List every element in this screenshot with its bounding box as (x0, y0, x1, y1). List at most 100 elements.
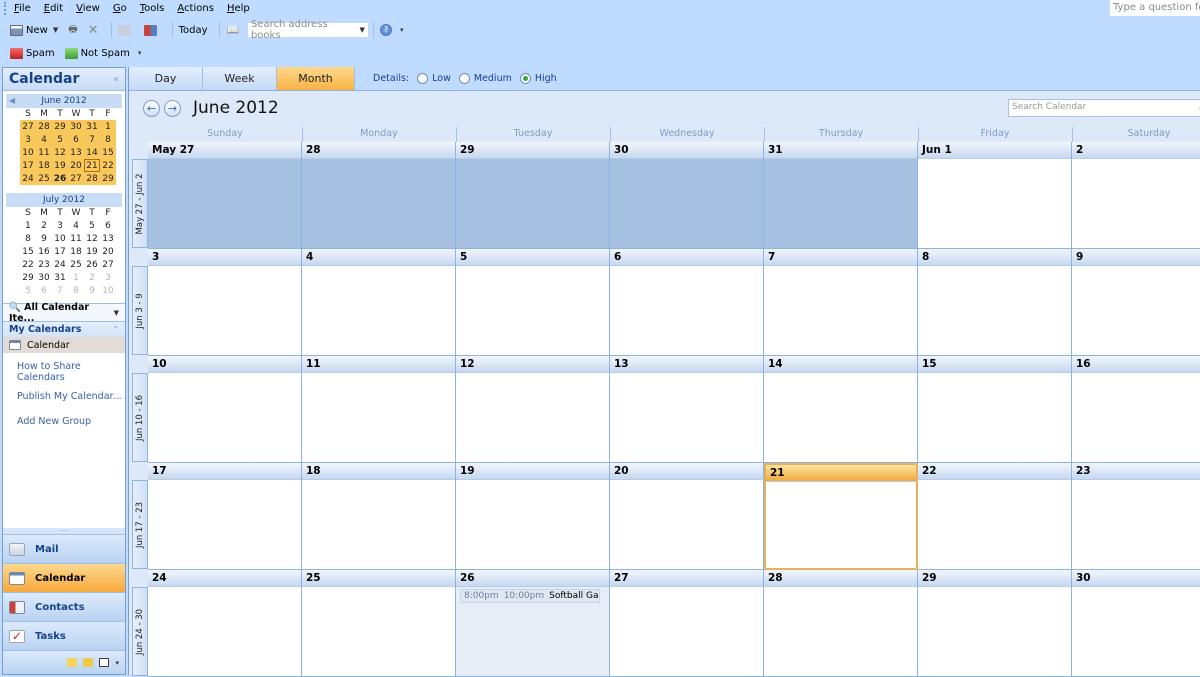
day-cell[interactable]: 5 (456, 249, 610, 356)
day-cell[interactable]: 15 (918, 356, 1072, 463)
mini-day[interactable]: 1 (100, 120, 116, 133)
tab-month[interactable]: Month (277, 67, 355, 90)
mini-day[interactable]: 18 (36, 159, 52, 172)
mini-day[interactable]: 21 (84, 159, 100, 172)
day-body[interactable] (918, 480, 1071, 569)
menu-actions[interactable]: Actions (177, 3, 214, 14)
day-cell[interactable]: 28 (764, 570, 918, 677)
mini-day[interactable]: 27 (100, 258, 116, 271)
day-cell[interactable]: 14 (764, 356, 918, 463)
day-body[interactable] (610, 373, 763, 462)
mini-day[interactable]: 17 (20, 159, 36, 172)
day-body[interactable] (148, 373, 301, 462)
details-low-radio[interactable] (417, 73, 429, 84)
mini-day[interactable]: 4 (36, 133, 52, 146)
mini-day[interactable]: 4 (68, 219, 84, 232)
mini-day[interactable]: 6 (100, 219, 116, 232)
toolbar-options-icon[interactable]: ▾ (400, 26, 404, 34)
mini-day[interactable]: 30 (68, 120, 84, 133)
day-cell[interactable]: 11 (302, 356, 456, 463)
mini-day[interactable]: 8 (68, 284, 84, 297)
menu-edit[interactable]: Edit (44, 3, 63, 14)
day-cell[interactable]: 3 (148, 249, 302, 356)
mini-day[interactable]: 7 (84, 133, 100, 146)
day-body[interactable] (610, 587, 763, 676)
day-cell[interactable]: 31 (764, 142, 918, 249)
mini-day[interactable]: 13 (100, 232, 116, 245)
day-body[interactable] (148, 159, 301, 248)
day-body[interactable] (764, 266, 917, 355)
mini-day[interactable]: 6 (68, 133, 84, 146)
mini-day[interactable]: 29 (20, 271, 36, 284)
appointment[interactable]: 8:00pm 10:00pm Softball Ga (460, 589, 600, 603)
add-new-group-link[interactable]: Add New Group (3, 409, 125, 434)
day-body[interactable]: 8:00pm 10:00pm Softball Ga (456, 587, 609, 676)
day-body[interactable] (918, 159, 1071, 248)
mini-day[interactable]: 14 (84, 146, 100, 159)
day-body[interactable] (766, 482, 916, 568)
day-cell[interactable]: 24 (148, 570, 302, 677)
mini-day[interactable]: 31 (84, 120, 100, 133)
day-cell[interactable]: 16 (1072, 356, 1200, 463)
mini-day[interactable]: 25 (36, 172, 52, 185)
mini-day[interactable]: 29 (52, 120, 68, 133)
mini-day[interactable]: 10 (52, 232, 68, 245)
day-cell[interactable]: 30 (610, 142, 764, 249)
mini-day[interactable]: 20 (100, 245, 116, 258)
menu-file[interactable]: File (14, 3, 31, 14)
mini-day[interactable]: 2 (36, 219, 52, 232)
mini-day[interactable]: 12 (84, 232, 100, 245)
mini-day[interactable]: 10 (20, 146, 36, 159)
day-cell[interactable]: 19 (456, 463, 610, 570)
day-body[interactable] (302, 266, 455, 355)
day-cell[interactable]: 21 (764, 463, 918, 570)
day-body[interactable] (302, 587, 455, 676)
nav-button-mail[interactable]: Mail (3, 534, 125, 563)
day-cell[interactable]: 10 (148, 356, 302, 463)
day-body[interactable] (456, 480, 609, 569)
day-body[interactable] (456, 373, 609, 462)
search-calendar-input[interactable]: Search Calendar ⌕ (1008, 99, 1200, 117)
tab-day[interactable]: Day (129, 67, 203, 90)
mini-day[interactable]: 24 (20, 172, 36, 185)
nav-button-tasks[interactable]: ✓ Tasks (3, 621, 125, 650)
today-button[interactable]: Today (177, 20, 210, 40)
mini-day[interactable]: 5 (20, 284, 36, 297)
forward-arrow-icon[interactable]: → (164, 99, 181, 117)
day-body[interactable] (610, 480, 763, 569)
day-body[interactable] (918, 266, 1071, 355)
menu-go[interactable]: Go (113, 3, 127, 14)
mini-day[interactable]: 27 (68, 172, 84, 185)
day-cell[interactable]: 22 (918, 463, 1072, 570)
day-cell[interactable]: 23 (1072, 463, 1200, 570)
day-cell[interactable]: 20 (610, 463, 764, 570)
new-button[interactable]: New ▼ (8, 20, 60, 40)
day-cell[interactable]: 9 (1072, 249, 1200, 356)
mini-day[interactable]: 11 (36, 146, 52, 159)
day-body[interactable] (918, 587, 1071, 676)
day-body[interactable] (302, 373, 455, 462)
nav-button-contacts[interactable]: Contacts (3, 592, 125, 621)
chevron-down-icon[interactable]: ▼ (360, 26, 365, 34)
delete-button[interactable]: ✕ (86, 20, 101, 40)
day-cell[interactable]: 17 (148, 463, 302, 570)
mini-day[interactable]: 24 (52, 258, 68, 271)
help-button[interactable]: ? (378, 20, 394, 40)
mini-day[interactable]: 28 (36, 120, 52, 133)
previous-month-arrow-icon[interactable]: ◀ (9, 94, 15, 108)
mini-day[interactable]: 12 (52, 146, 68, 159)
day-cell[interactable]: 12 (456, 356, 610, 463)
publish-calendar-link[interactable]: Publish My Calendar... (3, 384, 125, 409)
mini-day[interactable]: 1 (68, 271, 84, 284)
print-button[interactable]: 🖶 (66, 20, 79, 40)
mini-day[interactable]: 9 (84, 284, 100, 297)
chevron-down-icon[interactable]: ▼ (53, 26, 58, 34)
mini-day[interactable]: 8 (100, 133, 116, 146)
chevron-down-icon[interactable]: ▼ (114, 309, 119, 317)
mini-day[interactable]: 3 (52, 219, 68, 232)
day-cell[interactable]: 28 (302, 142, 456, 249)
mini-day[interactable]: 16 (36, 245, 52, 258)
mini-day[interactable]: 30 (36, 271, 52, 284)
mini-day[interactable]: 28 (84, 172, 100, 185)
week-label[interactable]: Jun 17 - 23 (132, 480, 148, 569)
